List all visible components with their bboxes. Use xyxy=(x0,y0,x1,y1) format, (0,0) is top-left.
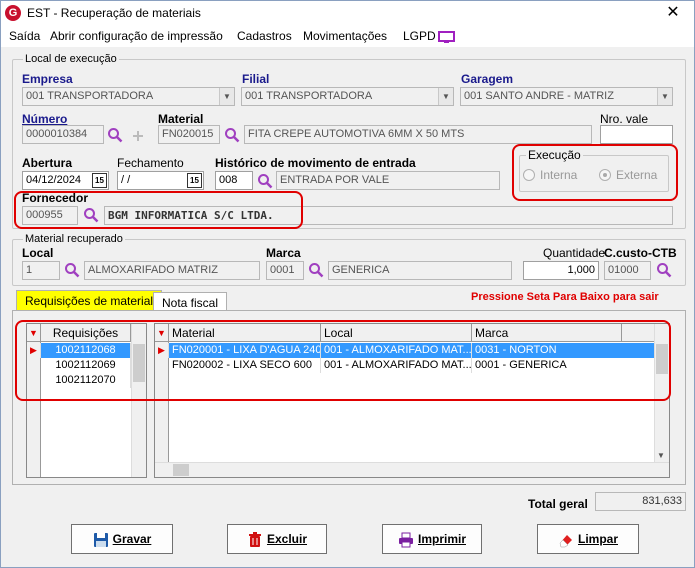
material-label: Material xyxy=(158,112,204,126)
search-icon[interactable] xyxy=(64,262,80,278)
title-bar: G EST - Recuperação de materiais ✕ xyxy=(1,1,694,25)
historico-label: Histórico de movimento de entrada xyxy=(215,156,416,170)
calendar-icon[interactable]: 15 xyxy=(92,173,107,188)
nro-vale-label: Nro. vale xyxy=(600,112,649,126)
limpar-label: Limpar xyxy=(577,532,618,546)
empresa-label: Empresa xyxy=(22,72,73,86)
local-label: Local xyxy=(22,246,54,260)
gravar-label: Gravar xyxy=(112,532,152,546)
abertura-label: Abertura xyxy=(22,156,73,170)
garagem-label: Garagem xyxy=(461,72,514,86)
abertura-value: 04/12/2024 xyxy=(26,174,82,186)
numero-label: Número xyxy=(22,112,68,126)
horizontal-scrollbar[interactable] xyxy=(155,462,669,477)
filial-label: Filial xyxy=(242,72,270,86)
historico-desc-field: ENTRADA POR VALE xyxy=(276,171,500,190)
eraser-icon xyxy=(559,534,572,548)
limpar-button[interactable]: Limpar xyxy=(537,524,639,554)
main-window: G EST - Recuperação de materiais ✕ Saída… xyxy=(0,0,695,568)
garagem-select[interactable]: 001 SANTO ANDRE - MATRIZ ▼ xyxy=(460,87,673,106)
menu-movimentacoes[interactable]: Movimentações xyxy=(303,29,387,43)
local-execucao-title: Local de execução xyxy=(23,53,119,65)
search-icon[interactable] xyxy=(224,127,240,143)
ccusto-field[interactable]: 01000 xyxy=(604,261,651,280)
imprimir-button[interactable]: Imprimir xyxy=(382,524,482,554)
scroll-thumb[interactable] xyxy=(173,464,189,476)
material-recuperado-title: Material recuperado xyxy=(23,233,125,245)
grid-highlight xyxy=(15,320,671,401)
execucao-highlight xyxy=(512,144,678,201)
marca-label: Marca xyxy=(266,246,301,260)
search-icon[interactable] xyxy=(107,127,123,143)
tab-requisicoes[interactable]: Requisições de material xyxy=(16,290,163,310)
fornecedor-highlight xyxy=(14,191,303,229)
quantidade-label: Quantidade xyxy=(543,246,606,260)
fechamento-value: / / xyxy=(121,174,131,186)
hint-text: Pressione Seta Para Baixo para sair xyxy=(471,291,659,303)
printer-icon xyxy=(398,532,413,548)
gravar-button[interactable]: Gravar xyxy=(71,524,173,554)
window-title: EST - Recuperação de materiais xyxy=(27,6,201,20)
floppy-disk-icon xyxy=(93,532,108,547)
ccusto-label: C.custo-CTB xyxy=(604,246,677,260)
historico-code-field[interactable]: 008 xyxy=(215,171,253,190)
plus-icon[interactable] xyxy=(132,130,144,142)
close-icon[interactable]: ✕ xyxy=(663,3,683,23)
tab-nota-fiscal[interactable]: Nota fiscal xyxy=(153,292,228,310)
excluir-button[interactable]: Excluir xyxy=(227,524,327,554)
excluir-label: Excluir xyxy=(266,532,308,546)
empresa-select[interactable]: 001 TRANSPORTADORA ▼ xyxy=(22,87,235,106)
chevron-down-icon[interactable]: ▼ xyxy=(219,88,234,105)
material-desc-field: FITA CREPE AUTOMOTIVA 6MM X 50 MTS xyxy=(244,125,592,144)
marca-desc-field: GENERICA xyxy=(328,261,512,280)
menu-lgpd[interactable]: LGPD xyxy=(403,29,436,43)
menu-cadastros[interactable]: Cadastros xyxy=(237,29,292,43)
local-code-field[interactable]: 1 xyxy=(22,261,60,280)
menu-bar: Saída Abrir configuração de impressão Ca… xyxy=(1,25,694,47)
search-icon[interactable] xyxy=(656,262,672,278)
search-icon[interactable] xyxy=(257,173,273,189)
garagem-value: 001 SANTO ANDRE - MATRIZ xyxy=(464,90,614,102)
numero-field[interactable]: 0000010384 xyxy=(22,125,104,144)
menu-saida[interactable]: Saída xyxy=(9,29,40,43)
marca-code-field[interactable]: 0001 xyxy=(266,261,304,280)
fechamento-label: Fechamento xyxy=(117,156,184,170)
quantidade-field[interactable]: 1,000 xyxy=(523,261,599,280)
app-logo-icon: G xyxy=(5,5,21,21)
menu-abrir-configuracao[interactable]: Abrir configuração de impressão xyxy=(50,29,223,43)
total-field: 831,633 xyxy=(595,492,686,511)
search-icon[interactable] xyxy=(308,262,324,278)
chevron-down-icon[interactable]: ▼ xyxy=(657,451,665,460)
total-label: Total geral xyxy=(528,497,588,511)
chevron-down-icon[interactable]: ▼ xyxy=(657,88,672,105)
filial-select[interactable]: 001 TRANSPORTADORA ▼ xyxy=(241,87,454,106)
filial-value: 001 TRANSPORTADORA xyxy=(245,90,373,102)
calendar-icon[interactable]: 15 xyxy=(187,173,202,188)
imprimir-label: Imprimir xyxy=(417,532,466,546)
local-desc-field: ALMOXARIFADO MATRIZ xyxy=(84,261,260,280)
material-code-field[interactable]: FN020015 xyxy=(158,125,220,144)
monitor-icon[interactable] xyxy=(438,31,456,44)
trash-icon xyxy=(248,531,261,547)
nro-vale-field[interactable] xyxy=(600,125,673,144)
empresa-value: 001 TRANSPORTADORA xyxy=(26,90,154,102)
chevron-down-icon[interactable]: ▼ xyxy=(438,88,453,105)
